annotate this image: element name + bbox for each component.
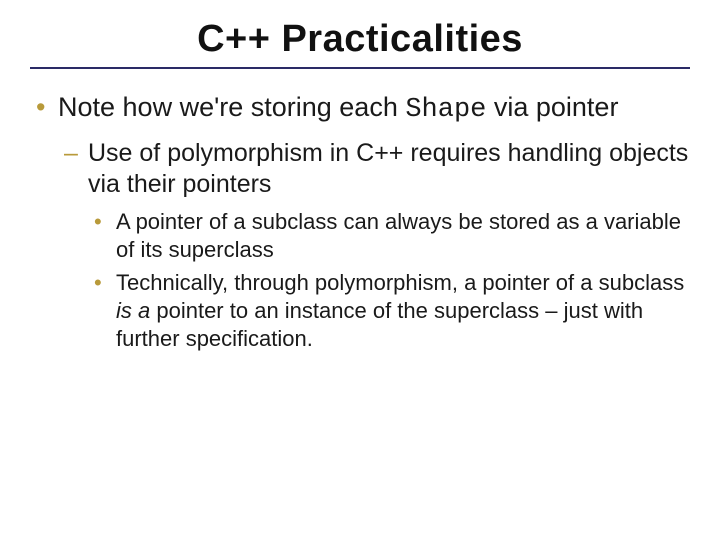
list-item: A pointer of a subclass can always be st… (88, 208, 690, 264)
list-item: Use of polymorphism in C++ requires hand… (58, 138, 690, 353)
code-word: Shape (405, 95, 486, 125)
list-item: Note how we're storing each Shape via po… (30, 91, 690, 353)
title-rule (30, 67, 690, 69)
list-item: Technically, through polymorphism, a poi… (88, 269, 690, 353)
slide: C++ Practicalities Note how we're storin… (0, 0, 720, 540)
subsub-text-post: pointer to an instance of the superclass… (116, 298, 643, 351)
subsub-text-pre: Technically, through polymorphism, a poi… (116, 270, 684, 295)
bullet-text-pre: Note how we're storing each (58, 92, 405, 122)
bullet-list-level3: A pointer of a subclass can always be st… (88, 208, 690, 353)
sub-bullet-text: Use of polymorphism in C++ requires hand… (88, 139, 688, 198)
slide-title: C++ Practicalities (30, 18, 690, 61)
bullet-list-level2: Use of polymorphism in C++ requires hand… (58, 138, 690, 353)
bullet-list-level1: Note how we're storing each Shape via po… (30, 91, 690, 353)
bullet-text-post: via pointer (486, 92, 618, 122)
subsub-bullet-text: A pointer of a subclass can always be st… (116, 209, 681, 262)
italic-phrase: is a (116, 298, 150, 323)
